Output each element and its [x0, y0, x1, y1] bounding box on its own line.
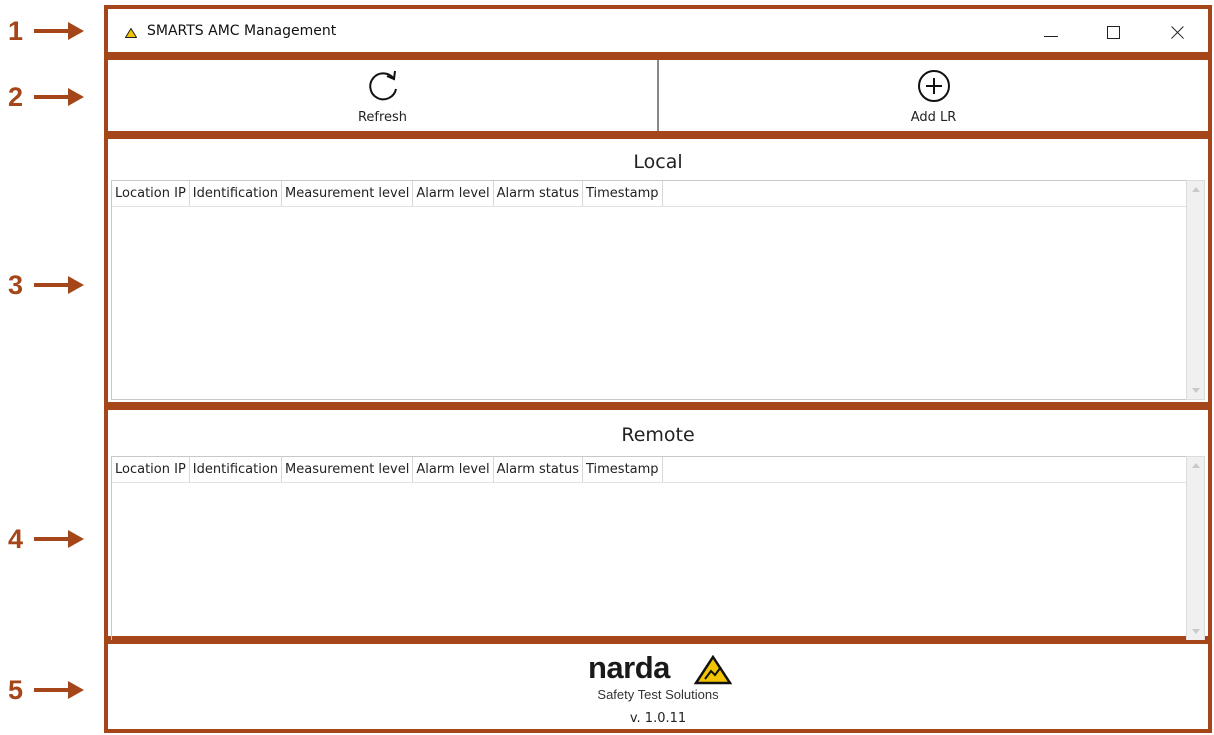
local-section: Local Location IP Identification Measure…	[104, 135, 1212, 406]
title-bar[interactable]: SMARTS AMC Management	[104, 5, 1212, 56]
column-header-alarm-level[interactable]: Alarm level	[413, 181, 494, 206]
version-label: v. 1.0.11	[629, 711, 687, 726]
remote-section: Remote Location IP Identification Measur…	[104, 406, 1212, 641]
remote-scrollbar[interactable]	[1186, 456, 1205, 641]
close-button[interactable]	[1156, 15, 1196, 49]
maximize-button[interactable]	[1093, 15, 1133, 49]
refresh-label: Refresh	[357, 110, 408, 125]
remote-table-header: Location IP Identification Measurement l…	[112, 457, 1186, 483]
column-header-identification[interactable]: Identification	[190, 457, 283, 482]
minimize-button[interactable]	[1030, 15, 1070, 49]
callout-arrow	[34, 677, 84, 703]
footer: narda Safety Test Solutions v. 1.0.11	[104, 640, 1212, 733]
scroll-down-icon[interactable]	[1192, 388, 1200, 393]
scroll-down-icon[interactable]	[1192, 629, 1200, 634]
local-scrollbar[interactable]	[1186, 180, 1205, 400]
callout-1: 1	[8, 16, 103, 46]
column-header-location-ip[interactable]: Location IP	[112, 181, 190, 206]
remote-title: Remote	[621, 424, 695, 446]
callout-4: 4	[8, 524, 103, 554]
column-header-measurement-level[interactable]: Measurement level	[282, 181, 414, 206]
callout-2: 2	[8, 82, 103, 112]
column-header-alarm-status[interactable]: Alarm status	[494, 181, 583, 206]
add-circle-icon	[917, 70, 950, 102]
callout-3: 3	[8, 270, 103, 300]
add-lr-button[interactable]: Add LR	[657, 60, 1208, 131]
column-header-alarm-level[interactable]: Alarm level	[413, 457, 494, 482]
window-title: SMARTS AMC Management	[147, 23, 337, 39]
callout-arrow	[34, 272, 84, 298]
warning-triangle-icon	[694, 655, 732, 685]
add-lr-label: Add LR	[910, 110, 957, 125]
tagline: Safety Test Solutions	[597, 687, 719, 702]
scroll-up-icon[interactable]	[1192, 187, 1200, 192]
column-header-timestamp[interactable]: Timestamp	[583, 457, 663, 482]
brand-name: narda	[588, 650, 670, 685]
toolbar: Refresh Add LR	[104, 56, 1212, 135]
local-title: Local	[633, 151, 683, 173]
column-header-measurement-level[interactable]: Measurement level	[282, 457, 414, 482]
local-table-header: Location IP Identification Measurement l…	[112, 181, 1186, 207]
callout-5: 5	[8, 675, 103, 705]
column-header-alarm-status[interactable]: Alarm status	[494, 457, 583, 482]
app-icon	[125, 28, 137, 38]
refresh-icon	[368, 70, 397, 101]
column-header-location-ip[interactable]: Location IP	[112, 457, 190, 482]
remote-table[interactable]: Location IP Identification Measurement l…	[111, 456, 1187, 641]
scroll-up-icon[interactable]	[1192, 463, 1200, 468]
callout-arrow	[34, 84, 84, 110]
refresh-button[interactable]: Refresh	[108, 60, 657, 131]
column-header-identification[interactable]: Identification	[190, 181, 283, 206]
callout-arrow	[34, 18, 84, 44]
local-table[interactable]: Location IP Identification Measurement l…	[111, 180, 1187, 400]
callout-arrow	[34, 526, 84, 552]
column-header-timestamp[interactable]: Timestamp	[583, 181, 663, 206]
